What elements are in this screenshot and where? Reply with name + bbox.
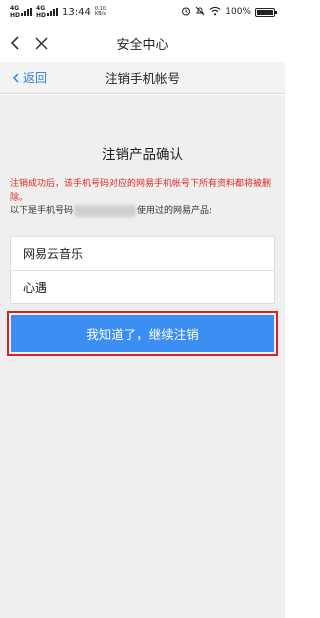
mute-icon <box>195 6 205 19</box>
signal-sub-label: HD <box>10 12 21 19</box>
close-button[interactable] <box>28 24 54 62</box>
warning-text: 注销成功后，该手机号码对应的网易手机帐号下所有资料都将被删除。 <box>10 179 272 203</box>
alarm-icon <box>181 6 191 19</box>
status-bar: 4G HD 4G HD 13:44 0.10 KB/s 100% <box>0 0 285 24</box>
clock: 13:44 <box>62 6 91 18</box>
confirm-title: 注销产品确认 <box>102 147 183 163</box>
back-button[interactable] <box>2 24 28 62</box>
signal-label: 4G <box>36 5 46 12</box>
close-icon <box>34 36 48 50</box>
back-link-label: 返回 <box>23 71 48 85</box>
list-item: 网易云音乐 <box>23 247 84 261</box>
signal-bars-icon <box>21 8 33 16</box>
battery-fill <box>257 9 273 15</box>
title-bar: 安全中心 <box>0 24 285 62</box>
main-content: 注销产品确认 注销成功后，该手机号码对应的网易手机帐号下所有资料都将被删除。 以… <box>0 95 285 618</box>
info-text: 以下是手机号码 使用过的网易产品: <box>10 204 276 218</box>
speed-unit: KB/s <box>94 11 106 17</box>
back-link[interactable]: 返回 <box>0 69 47 86</box>
battery-percent: 100% <box>225 7 251 17</box>
blurred-phone-number <box>74 204 137 217</box>
sub-header: 返回 注销手机帐号 <box>0 62 285 94</box>
signal-bars-icon <box>47 8 59 16</box>
continue-cancel-button[interactable]: 我知道了，继续注销 <box>11 315 274 352</box>
status-left: 4G HD 4G HD 13:44 0.10 KB/s <box>10 5 106 19</box>
info-prefix: 以下是手机号码 <box>10 206 74 216</box>
signal-label: 4G <box>10 5 20 12</box>
list-item: 心遇 <box>11 270 274 303</box>
signal-indicator-1: 4G HD <box>10 5 33 19</box>
wifi-icon <box>209 6 221 19</box>
signal-sub-label: HD <box>36 12 47 19</box>
status-right: 100% <box>181 6 277 19</box>
signal-indicator-2: 4G HD <box>36 5 59 19</box>
battery-icon <box>255 7 277 17</box>
network-speed: 0.10 KB/s <box>95 7 106 17</box>
product-list: 网易云音乐 心遇 <box>10 236 275 304</box>
info-suffix: 使用过的网易产品: <box>137 206 213 216</box>
chevron-left-icon <box>13 73 19 82</box>
chevron-left-icon <box>10 36 19 50</box>
highlight-box: 我知道了，继续注销 <box>7 311 278 356</box>
